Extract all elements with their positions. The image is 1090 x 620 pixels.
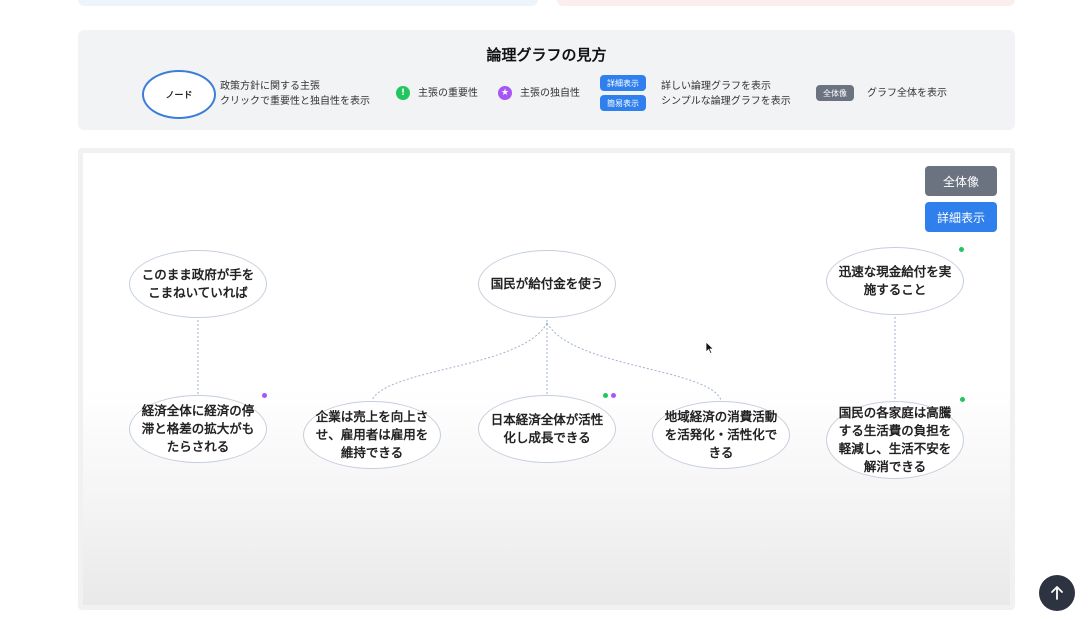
- graph-node[interactable]: このまま政府が手をこまねいていれば: [129, 250, 267, 318]
- graph-canvas-frame: 全体像 詳細表示 このまま政府が手をこまねいていれば 国民が給付金を使う 迅速な…: [78, 148, 1015, 610]
- uniqueness-indicator: [611, 393, 616, 398]
- legend-simple-badge: 簡易表示: [600, 95, 646, 111]
- graph-canvas[interactable]: 全体像 詳細表示 このまま政府が手をこまねいていれば 国民が給付金を使う 迅速な…: [83, 153, 1010, 605]
- legend-detail-badge: 詳細表示: [600, 75, 646, 91]
- uniqueness-label: 主張の独自性: [520, 88, 580, 99]
- uniqueness-indicator: [262, 393, 267, 398]
- legend-node-desc-2: クリックで重要性と独自性を表示: [220, 96, 370, 107]
- legend-title: 論理グラフの見方: [486, 46, 607, 64]
- top-card-right: [557, 0, 1015, 6]
- legend-panel: 論理グラフの見方 ノード 政策方針に関する主張 クリックで重要性と独自性を表示 …: [78, 30, 1015, 130]
- graph-node[interactable]: 経済全体に経済の停滞と格差の拡大がもたらされる: [129, 395, 267, 463]
- top-card-left: [78, 0, 538, 6]
- importance-indicator: [603, 393, 608, 398]
- graph-node[interactable]: 地域経済の消費活動を活発化・活性化できる: [652, 401, 790, 469]
- legend-node-sample: ノード: [142, 70, 216, 119]
- edge-n2-n7: [546, 322, 722, 401]
- overall-view-button[interactable]: 全体像: [925, 166, 997, 196]
- legend-overall-badge: 全体像: [816, 85, 854, 101]
- graph-node[interactable]: 迅速な現金給付を実施すること: [826, 247, 964, 315]
- legend-detail-desc: 詳しい論理グラフを表示: [661, 81, 771, 92]
- importance-indicator: [960, 397, 965, 402]
- legend-simple-desc: シンプルな論理グラフを表示: [661, 96, 791, 107]
- uniqueness-icon: ★: [498, 86, 512, 100]
- graph-node[interactable]: 日本経済全体が活性化し成長できる: [478, 395, 616, 463]
- importance-icon: !: [396, 86, 410, 100]
- graph-node[interactable]: 国民が給付金を使う: [478, 250, 616, 318]
- edge-n2-n5: [371, 322, 548, 401]
- importance-indicator: [959, 247, 964, 252]
- graph-node[interactable]: 国民の各家庭は高騰する生活費の負担を軽減し、生活不安を解消できる: [826, 401, 964, 479]
- graph-edges: [197, 317, 896, 403]
- graph-node[interactable]: 企業は売上を向上させ、雇用者は雇用を維持できる: [303, 401, 441, 469]
- mouse-pointer-icon: [705, 341, 715, 355]
- legend-node-desc-1: 政策方針に関する主張: [220, 81, 320, 92]
- legend-overall-desc: グラフ全体を表示: [867, 88, 947, 99]
- scroll-to-top-button[interactable]: [1039, 575, 1075, 611]
- arrow-up-icon: [1051, 586, 1063, 600]
- importance-label: 主張の重要性: [418, 88, 478, 99]
- detail-view-button[interactable]: 詳細表示: [925, 202, 997, 232]
